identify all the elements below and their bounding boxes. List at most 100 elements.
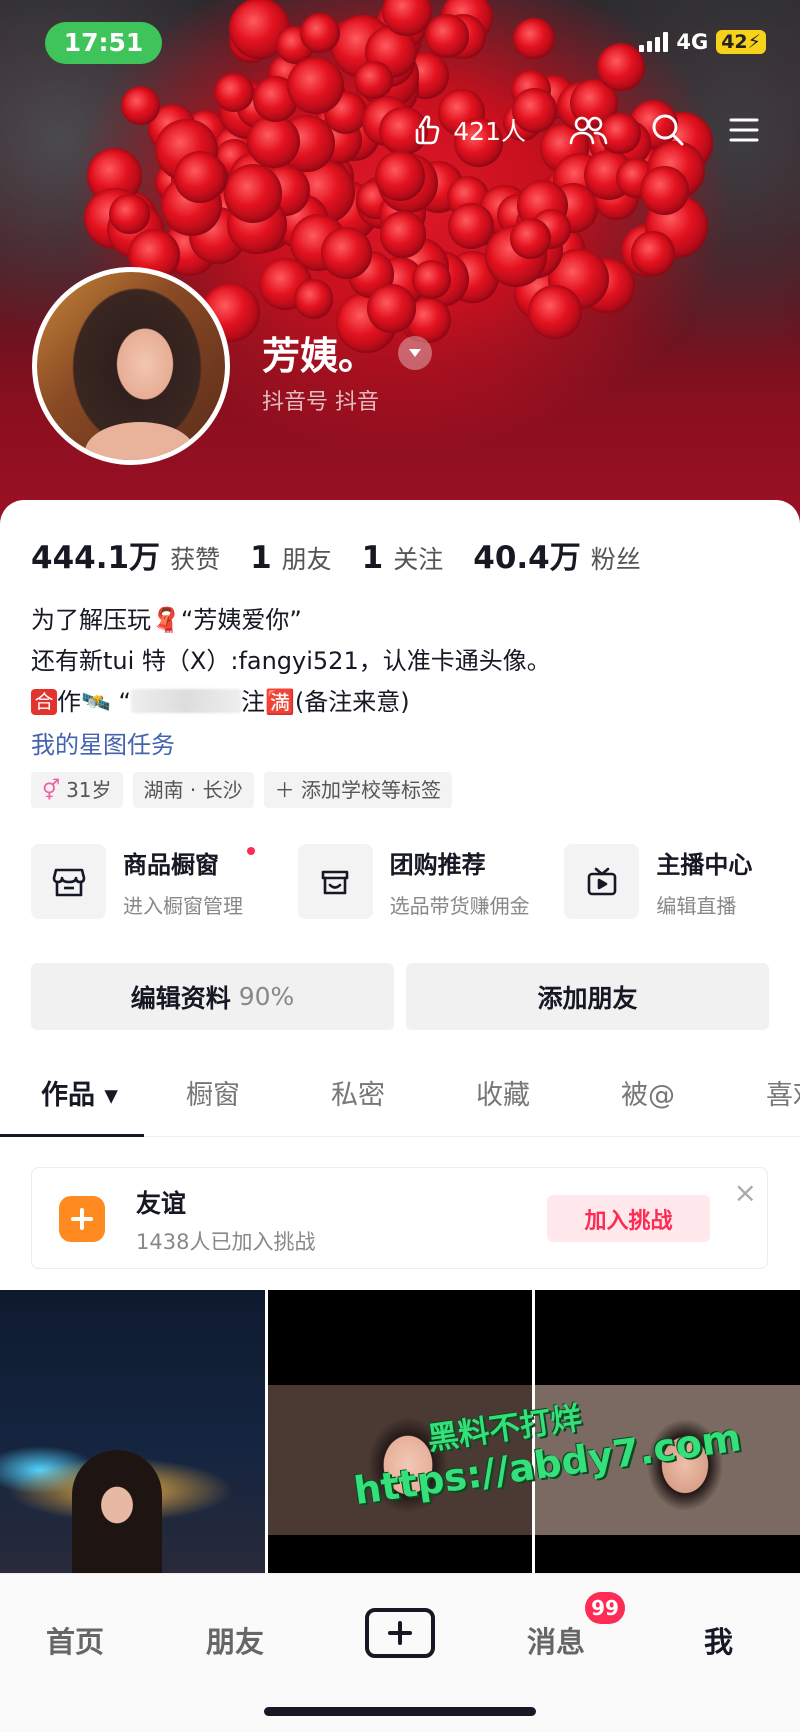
plus-icon: [388, 1621, 412, 1645]
rose-texture: [121, 86, 160, 125]
rose-texture: [286, 56, 345, 114]
tool-subtitle: 选品带货赚佣金: [389, 893, 530, 918]
nav-messages[interactable]: 消息: [527, 1619, 585, 1661]
status-indicators: 4G 42⚡: [639, 30, 766, 54]
rose-texture: [224, 164, 283, 223]
nickname-row[interactable]: 芳姨。: [262, 325, 433, 380]
bio: 为了解压玩🧣“芳姨爱你” 还有新tui 特（X）:fangyi521，认准卡通头…: [31, 600, 551, 723]
profile-card: 444.1万 获赞 1 朋友 1 关注 40.4万 粉丝 为了解压玩🧣“芳姨爱你…: [0, 500, 800, 1732]
profile-actions: 编辑资料 90% 添加朋友: [31, 963, 769, 1030]
video-thumbnail[interactable]: [0, 1290, 265, 1580]
rose-texture: [214, 73, 254, 113]
active-tab-indicator: [0, 1134, 144, 1137]
close-icon[interactable]: ×: [734, 1176, 757, 1209]
tag-location: 湖南 · 长沙: [132, 772, 254, 808]
bio-text: 注🈵(备注来意): [240, 688, 410, 716]
tool-group-buy[interactable]: 团购推荐 选品带货赚佣金: [297, 844, 565, 919]
tag-age: ⚥ 31岁: [31, 772, 123, 808]
tool-subtitle: 编辑直播: [656, 893, 737, 918]
stat-label: 朋友: [281, 545, 332, 574]
profile-tags: ⚥ 31岁 湖南 · 长沙 ＋ 添加学校等标签: [31, 772, 452, 808]
nickname: 芳姨。: [262, 334, 377, 378]
status-time: 17:51: [45, 22, 162, 64]
bio-line: 为了解压玩🧣“芳姨爱你”: [31, 606, 302, 634]
add-tag-button[interactable]: ＋ 添加学校等标签: [263, 772, 452, 808]
stat-label: 粉丝: [590, 545, 641, 574]
stat-number: 1: [250, 540, 272, 576]
top-actions: 421人: [409, 112, 760, 148]
battery-icon: 42⚡: [716, 30, 766, 54]
edit-profile-button[interactable]: 编辑资料 90%: [31, 963, 394, 1030]
home-indicator: [264, 1707, 536, 1716]
tool-streamer-center[interactable]: 主播中心 编辑直播: [564, 844, 800, 919]
xingtu-task-link[interactable]: 我的星图任务: [31, 725, 175, 760]
rose-texture: [320, 227, 373, 279]
challenge-title: 友谊: [136, 1189, 187, 1218]
tab-favorites[interactable]: 收藏: [476, 1073, 530, 1112]
stat-likes[interactable]: 444.1万 获赞: [31, 532, 220, 577]
tab-mentions[interactable]: 被@: [621, 1073, 675, 1112]
rose-texture: [293, 279, 334, 319]
avatar[interactable]: [32, 267, 230, 465]
add-friend-button[interactable]: 添加朋友: [406, 963, 769, 1030]
tab-private[interactable]: 私密: [331, 1073, 385, 1112]
signal-icon: [639, 32, 669, 52]
visitor-count: 421人: [453, 117, 526, 146]
rose-texture: [631, 231, 676, 276]
tool-title: 商品橱窗: [123, 850, 219, 879]
challenge-plus-icon: [59, 1196, 105, 1242]
rose-texture: [353, 60, 393, 100]
stat-label: 关注: [393, 545, 444, 574]
network-type: 4G: [676, 30, 709, 54]
stat-number: 1: [361, 540, 384, 576]
bio-line: 还有新tui 特（X）:fangyi521，认准卡通头像。: [31, 647, 551, 675]
friends-icon[interactable]: [568, 112, 608, 148]
stat-followers[interactable]: 40.4万 粉丝: [473, 532, 641, 577]
storefront-icon: [31, 844, 106, 919]
tool-title: 团购推荐: [389, 850, 486, 879]
hezuo-badge: 合: [31, 689, 57, 715]
create-button[interactable]: [365, 1608, 435, 1658]
notification-dot: [247, 846, 255, 855]
stat-label: 获赞: [170, 545, 221, 574]
gender-icon: ⚥: [42, 778, 61, 802]
bio-text: 作🛰️ “: [57, 688, 131, 716]
chevron-down-icon[interactable]: [398, 335, 433, 370]
tv-icon: [564, 844, 640, 919]
rose-texture: [109, 193, 150, 235]
blurred-text: [130, 689, 241, 713]
stat-following[interactable]: 1 关注: [362, 540, 444, 576]
tool-title: 主播中心: [656, 850, 753, 879]
tool-storefront[interactable]: 商品橱窗 进入橱窗管理: [31, 844, 298, 919]
stat-friends[interactable]: 1 朋友: [250, 540, 332, 576]
profile-completion: 90%: [238, 982, 295, 1011]
messages-badge: 99: [585, 1592, 625, 1624]
creator-tools: 商品橱窗 进入橱窗管理 团购推荐 选品带货赚佣金 主播中心 编辑直播: [31, 844, 800, 919]
visitor-count-button[interactable]: 421人: [409, 112, 526, 148]
content-tabs: 作品 ▾ 橱窗 私密 收藏 被@ 喜欢: [0, 1055, 800, 1137]
bio-line: 合作🛰️ “ 注🈵(备注来意): [31, 682, 551, 723]
stat-number: 444.1万: [31, 540, 161, 576]
join-challenge-button[interactable]: 加入挑战: [547, 1195, 710, 1242]
rose-texture: [528, 285, 583, 340]
douyin-id: 抖音号 抖音: [262, 390, 379, 415]
group-buy-icon: [297, 844, 373, 919]
nav-me[interactable]: 我: [704, 1619, 733, 1661]
rose-texture: [374, 150, 425, 201]
search-icon[interactable]: [650, 112, 686, 148]
hand-pointer-icon: [409, 113, 443, 147]
rose-texture: [425, 14, 469, 58]
stat-number: 40.4万: [473, 540, 581, 576]
challenge-participants: 1438人已加入挑战: [136, 1230, 316, 1254]
nav-friends[interactable]: 朋友: [206, 1619, 264, 1661]
tab-likes[interactable]: 喜欢: [766, 1073, 800, 1112]
menu-icon[interactable]: [728, 115, 760, 145]
tab-works[interactable]: 作品 ▾: [41, 1073, 118, 1112]
tab-storefront[interactable]: 橱窗: [186, 1073, 240, 1112]
stats-row: 444.1万 获赞 1 朋友 1 关注 40.4万 粉丝: [31, 532, 641, 577]
rose-texture: [411, 260, 451, 300]
rose-texture: [379, 211, 427, 258]
challenge-banner[interactable]: 友谊 1438人已加入挑战 加入挑战 ×: [31, 1167, 768, 1269]
button-label: 编辑资料: [130, 983, 231, 1013]
nav-home[interactable]: 首页: [46, 1619, 104, 1661]
